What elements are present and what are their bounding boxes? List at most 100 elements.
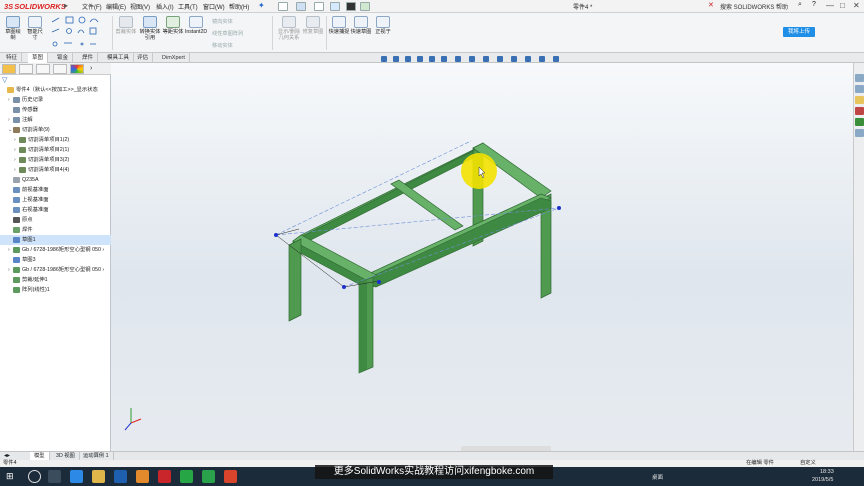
tree-item[interactable]: › Gb / 6728-1986矩形空心型钢 050 › — [0, 245, 111, 255]
menu-file[interactable]: 文件(F) — [82, 2, 102, 11]
recorder-icon[interactable] — [224, 470, 237, 483]
tree-item[interactable]: › 切割清单项目1(2) — [0, 135, 111, 145]
frame-long-beam-back-side[interactable] — [292, 150, 474, 250]
tree-item[interactable]: › 切割清单项目2(1) — [0, 145, 111, 155]
view-palette-icon[interactable] — [855, 107, 864, 115]
start-button-icon[interactable]: ⊞ — [6, 470, 19, 483]
convert-entities-button[interactable]: 转换实体引用 — [138, 16, 162, 41]
print-icon[interactable] — [314, 2, 324, 11]
move-entities-button[interactable]: 移动实体 — [212, 42, 233, 49]
menu-window[interactable]: 窗口(W) — [203, 2, 225, 11]
chrome-icon[interactable] — [180, 470, 193, 483]
select-icon[interactable] — [330, 2, 340, 11]
tab-evaluate[interactable]: 评估 — [133, 53, 154, 63]
tree-item[interactable]: › 切割清单项目3(2) — [0, 155, 111, 165]
help-search-input[interactable]: 搜索 SOLIDWORKS 帮助 — [720, 2, 788, 11]
rapid-sketch-button[interactable]: 快速草图 — [350, 16, 372, 35]
close-button[interactable]: ✕ — [853, 1, 860, 10]
options-icon[interactable] — [360, 2, 370, 11]
upload-button[interactable]: 我将上传 — [783, 27, 815, 37]
search-icon[interactable]: ⌕ — [798, 1, 802, 9]
sketch-tool-icons[interactable] — [50, 16, 110, 50]
instant2d-button[interactable]: Instant2D — [184, 16, 208, 35]
tree-item[interactable]: › Gb / 6728-1986矩形空心型钢 050 › — [0, 265, 111, 275]
tree-item[interactable]: ⌄ 切割清单(9) — [0, 125, 111, 135]
offset-entities-button[interactable]: 等距实体 — [162, 16, 184, 35]
menu-tools[interactable]: 工具(T) — [178, 2, 198, 11]
tab-dimxpert[interactable]: DimXpert — [158, 53, 190, 63]
solidworks-taskbar-icon[interactable] — [158, 470, 171, 483]
tree-item[interactable]: › 切割清单项目4(4) — [0, 165, 111, 175]
tab-weldments[interactable]: 焊件 — [78, 53, 99, 63]
resources-icon[interactable] — [855, 74, 864, 82]
tree-item-label: 注解 — [22, 117, 33, 123]
repair-sketch-button[interactable]: 修复草图 — [302, 16, 324, 35]
menu-insert[interactable]: 插入(I) — [156, 2, 174, 11]
status-units[interactable]: 自定义 — [800, 460, 816, 467]
frame-middle-crossbar[interactable] — [390, 179, 464, 231]
tree-item[interactable]: 右视基准面 — [0, 205, 111, 215]
save-icon[interactable] — [296, 2, 306, 11]
tree-item[interactable]: 草图3 — [0, 255, 111, 265]
sketch-button[interactable]: 草图绘制 — [3, 16, 23, 41]
menu-edit[interactable]: 编辑(E) — [106, 2, 126, 11]
graphics-area[interactable] — [111, 56, 853, 453]
menu-view[interactable]: 视图(V) — [130, 2, 150, 11]
maximize-button[interactable]: □ — [840, 1, 845, 10]
rebuild-icon[interactable] — [346, 2, 356, 11]
menu-arrow-icon[interactable]: ▸ — [64, 1, 68, 10]
tab-features[interactable]: 特征 — [2, 53, 23, 63]
file-explorer-icon[interactable] — [855, 96, 864, 104]
tree-item[interactable]: 传感器 — [0, 105, 111, 115]
tab-sheet-metal[interactable]: 钣金 — [53, 53, 74, 63]
mirror-entities-button[interactable]: 镜向实体 — [212, 18, 233, 25]
tree-item[interactable]: › 历史记录 — [0, 95, 111, 105]
display-manager-tab-icon[interactable] — [70, 64, 84, 74]
tab-mold-tools[interactable]: 模具工具 — [103, 53, 135, 63]
browser-icon[interactable] — [70, 470, 83, 483]
clock-date[interactable]: 2019/5/5 — [812, 477, 833, 483]
frame-short-beam-left[interactable] — [292, 234, 377, 282]
app-orange-icon[interactable] — [136, 470, 149, 483]
clock-time[interactable]: 18:33 — [820, 469, 834, 475]
design-library-icon[interactable] — [855, 85, 864, 93]
tree-item[interactable]: Q235A — [0, 175, 111, 185]
tree-item[interactable]: 焊件 — [0, 225, 111, 235]
dimxpert-manager-tab-icon[interactable] — [53, 64, 67, 74]
configuration-manager-tab-icon[interactable] — [36, 64, 50, 74]
property-manager-tab-icon[interactable] — [19, 64, 33, 74]
model-view[interactable] — [111, 63, 853, 453]
tree-item[interactable]: 原点 — [0, 215, 111, 225]
appearances-icon[interactable] — [855, 118, 864, 126]
tab-sketch[interactable]: 草图 — [28, 53, 49, 63]
new-doc-icon[interactable] — [278, 2, 288, 11]
pin-icon[interactable]: ✦ — [258, 1, 265, 10]
file-explorer-taskbar-icon[interactable] — [92, 470, 105, 483]
help-icon[interactable]: ? — [812, 1, 816, 8]
app-q-icon[interactable] — [114, 470, 127, 483]
trim-button[interactable]: 剪裁实体 — [114, 16, 138, 35]
tree-item[interactable]: 剪裁/延伸1 — [0, 275, 111, 285]
desktop-toolbar-label[interactable]: 桌面 — [652, 473, 663, 481]
tree-item[interactable]: 阵列(线性)1 — [0, 285, 111, 295]
smart-dimension-button[interactable]: 智能尺寸 — [25, 16, 45, 41]
tree-item[interactable]: 零件4（默认<<按加工>>_显示状态 — [0, 85, 111, 95]
front-left-leg[interactable] — [288, 238, 302, 322]
menu-help[interactable]: 帮助(H) — [229, 2, 249, 11]
tree-item[interactable]: 草图1 — [0, 235, 111, 245]
tree-item[interactable]: 前视基准面 — [0, 185, 111, 195]
task-view-icon[interactable] — [48, 470, 61, 483]
tree-item[interactable]: 上视基准面 — [0, 195, 111, 205]
display-delete-relations-button[interactable]: 显示/删除几何关系 — [276, 16, 302, 41]
panel-expand-icon[interactable]: › — [90, 65, 92, 72]
camtasia-icon[interactable] — [202, 470, 215, 483]
filter-icon[interactable]: ▽ — [2, 76, 7, 84]
normal-to-button[interactable]: 正视于 — [372, 16, 394, 35]
feature-manager-tab-icon[interactable] — [2, 64, 16, 74]
cortana-icon[interactable] — [28, 470, 41, 483]
custom-properties-icon[interactable] — [855, 129, 864, 137]
linear-pattern-button[interactable]: 线性草图阵列 — [212, 30, 243, 37]
tree-item[interactable]: › 注解 — [0, 115, 111, 125]
quick-snaps-button[interactable]: 快速捕捉 — [328, 16, 350, 35]
minimize-button[interactable]: — — [826, 1, 834, 10]
